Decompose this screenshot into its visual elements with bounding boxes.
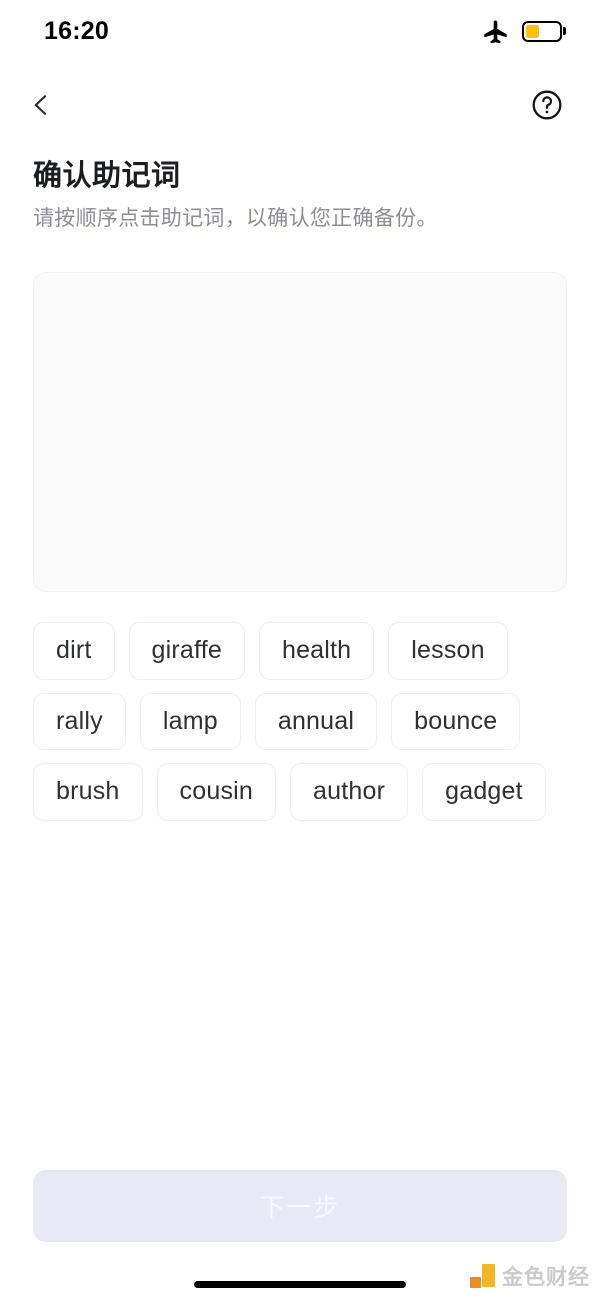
heading-block: 确认助记词 请按顺序点击助记词，以确认您正确备份。	[33, 158, 567, 233]
help-circle-icon	[532, 90, 562, 120]
word-chip[interactable]: lamp	[139, 692, 241, 750]
word-chip[interactable]: gadget	[422, 763, 546, 821]
word-chip[interactable]: bounce	[391, 692, 521, 750]
word-chip[interactable]: annual	[254, 692, 378, 750]
word-chip[interactable]: health	[258, 622, 375, 680]
word-chip[interactable]: giraffe	[128, 622, 245, 680]
airplane-mode-icon	[484, 19, 507, 43]
page-subtitle: 请按顺序点击助记词，以确认您正确备份。	[33, 207, 438, 231]
page-title: 确认助记词	[33, 160, 181, 192]
logo-shape-secondary	[470, 1277, 481, 1288]
chevron-left-icon	[34, 95, 47, 115]
next-button[interactable]: 下一步	[33, 1170, 567, 1242]
word-chip[interactable]: brush	[33, 763, 143, 821]
status-bar: 16:20	[0, 0, 600, 62]
word-bank: dirt giraffe health lesson rally lamp annual bo…	[33, 622, 567, 821]
word-chip[interactable]: cousin	[156, 763, 277, 821]
jinse-logo-icon	[470, 1264, 495, 1288]
logo-shape-primary	[482, 1264, 495, 1287]
battery-fill	[526, 24, 539, 38]
help-button[interactable]	[526, 84, 568, 126]
watermark: 金色财经	[470, 1261, 590, 1291]
home-indicator	[194, 1281, 406, 1288]
battery-icon	[522, 20, 566, 42]
word-chip[interactable]: lesson	[388, 622, 508, 680]
status-time: 16:20	[44, 16, 109, 45]
battery-shell	[522, 20, 562, 42]
word-chip[interactable]: dirt	[33, 622, 115, 680]
word-chip[interactable]: rally	[33, 692, 126, 750]
watermark-text: 金色财经	[502, 1266, 590, 1289]
selected-mnemonic-area[interactable]	[33, 272, 567, 592]
status-indicators	[482, 18, 566, 45]
word-chip[interactable]: author	[290, 763, 409, 821]
battery-cap	[563, 27, 566, 35]
nav-bar	[0, 76, 600, 134]
back-button[interactable]	[20, 84, 62, 126]
